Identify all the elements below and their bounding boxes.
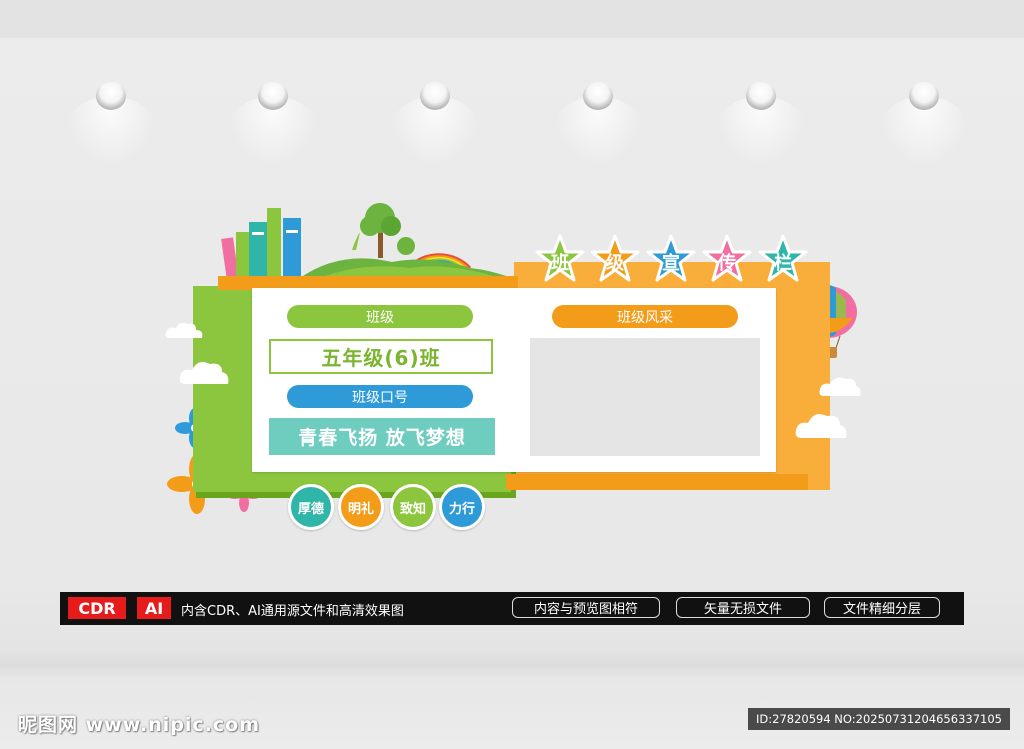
value-circle: 厚德: [288, 484, 334, 530]
cloud-icon: [165, 322, 203, 338]
image-id-bar: ID:27820594 NO:20250731204656337105: [748, 708, 1010, 730]
ai-tag: AI: [137, 597, 171, 619]
title-star: 栏: [758, 234, 808, 284]
value-circle: 力行: [439, 484, 485, 530]
file-info-banner: CDR AI 内含CDR、AI通用源文件和高清效果图 内容与预览图相符 矢量无损…: [60, 592, 964, 625]
class-slogan: 青春飞扬 放飞梦想: [269, 418, 495, 455]
title-char: 班: [551, 253, 569, 274]
feature-badge: 内容与预览图相符: [512, 597, 660, 618]
cloud-icon: [819, 377, 861, 396]
cloud-icon: [795, 414, 847, 438]
gallery-label: 班级风采: [552, 305, 738, 328]
photo-placeholder: [530, 338, 760, 456]
title-char: 宣: [662, 253, 680, 274]
title-star: 宣: [646, 234, 696, 284]
orange-base-bar: [506, 474, 808, 490]
title-char: 级: [606, 253, 624, 274]
title-star: 传: [702, 234, 752, 284]
feature-badge: 矢量无损文件: [676, 597, 810, 618]
title-star: 级: [590, 234, 640, 284]
value-circle: 明礼: [338, 484, 384, 530]
books-icon: [221, 208, 301, 281]
cdr-tag: CDR: [68, 597, 126, 619]
title-star: 班: [535, 234, 585, 284]
feature-badge: 文件精细分层: [824, 597, 940, 618]
title-char: 栏: [774, 253, 792, 274]
cloud-icon: [179, 362, 229, 384]
slogan-label: 班级口号: [287, 385, 473, 408]
class-label: 班级: [287, 305, 473, 328]
tree-icon: [352, 203, 415, 258]
watermark: 昵图网 www.nipic.com: [18, 714, 261, 736]
banner-text: 内含CDR、AI通用源文件和高清效果图: [181, 604, 404, 619]
title-char: 传: [718, 253, 736, 274]
value-circle: 致知: [390, 484, 436, 530]
class-name: 五年级(6)班: [269, 339, 493, 374]
